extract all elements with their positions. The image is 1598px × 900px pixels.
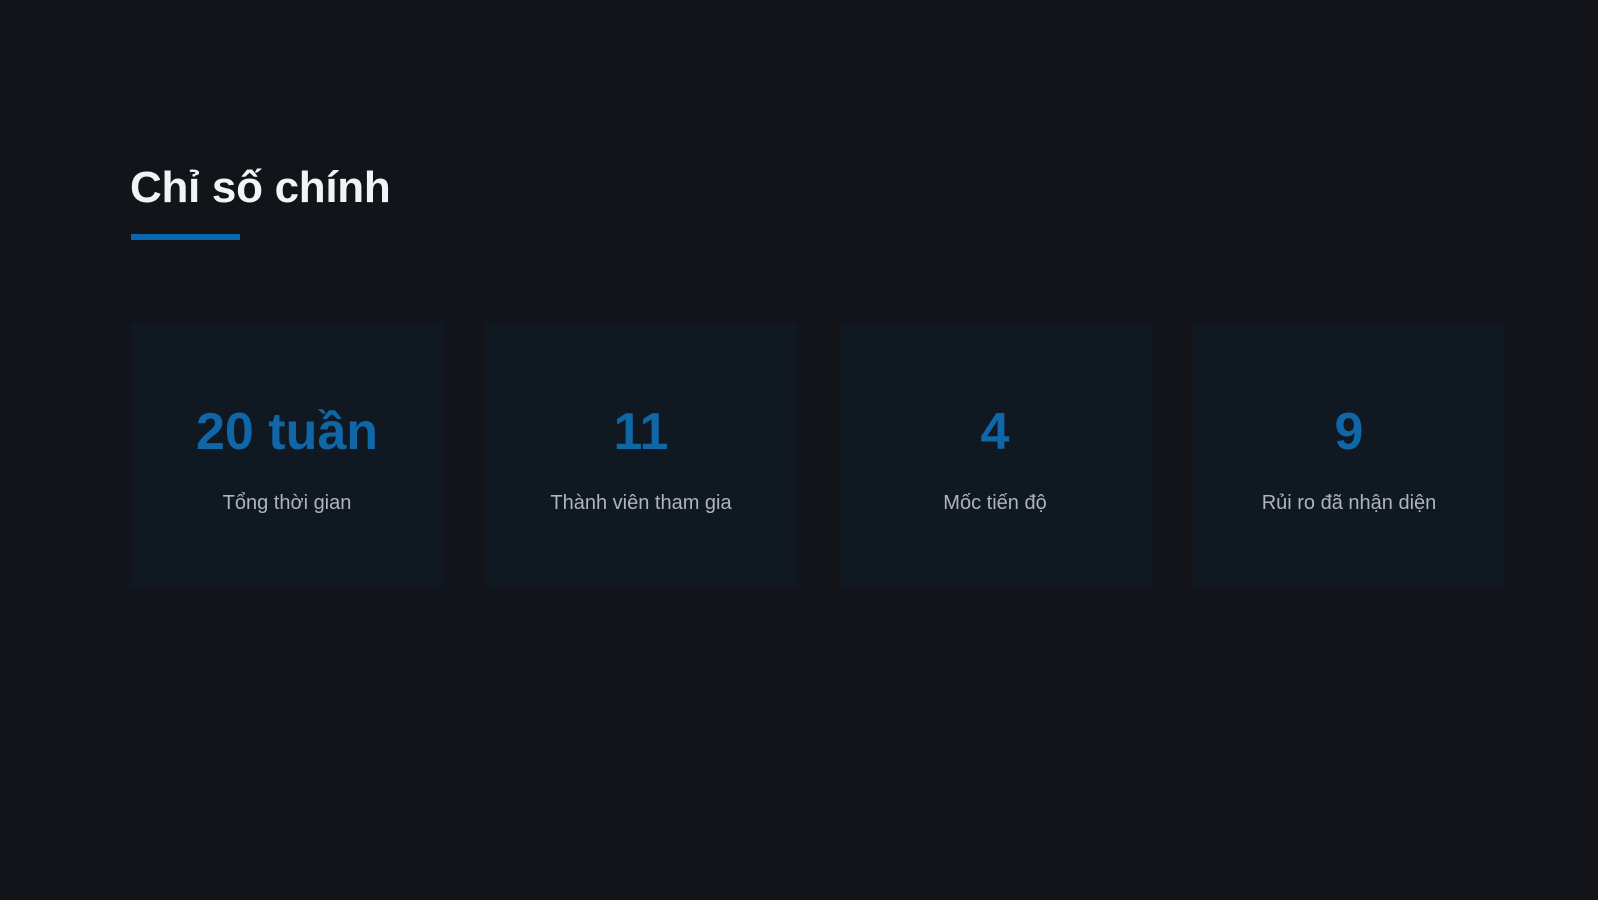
- metric-card-identified-risks: 9 Rủi ro đã nhận diện: [1193, 324, 1505, 587]
- metric-value: 9: [1334, 403, 1364, 461]
- key-metrics-slide: Chỉ số chính 20 tuần Tổng thời gian 11 T…: [0, 0, 1598, 900]
- metric-cards: 20 tuần Tổng thời gian 11 Thành viên tha…: [131, 324, 1505, 587]
- page-title: Chỉ số chính: [130, 163, 391, 212]
- metric-card-milestones: 4 Mốc tiến độ: [839, 324, 1151, 587]
- title-underline: [131, 234, 240, 240]
- metric-value: 20 tuần: [195, 403, 379, 461]
- metric-value: 11: [613, 403, 669, 461]
- metric-label: Thành viên tham gia: [550, 492, 732, 514]
- metric-label: Tổng thời gian: [222, 492, 352, 514]
- metric-card-team-members: 11 Thành viên tham gia: [485, 324, 797, 587]
- metric-card-total-duration: 20 tuần Tổng thời gian: [131, 324, 443, 587]
- metric-value: 4: [980, 403, 1010, 461]
- metric-label: Mốc tiến độ: [943, 492, 1047, 514]
- metric-label: Rủi ro đã nhận diện: [1261, 492, 1437, 514]
